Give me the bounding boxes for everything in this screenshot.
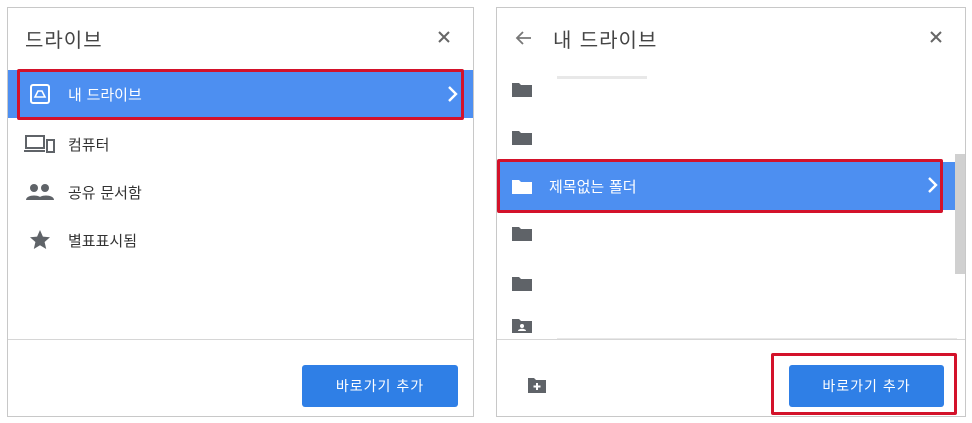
panel-header: 내 드라이브	[497, 8, 965, 68]
folder-row[interactable]	[497, 114, 965, 160]
footer-divider	[497, 339, 965, 340]
nav-item-label: 컴퓨터	[68, 135, 110, 154]
nav-item-label: 별표표시됨	[68, 231, 138, 250]
folder-row[interactable]	[497, 260, 965, 306]
close-icon[interactable]	[927, 28, 945, 46]
folder-row[interactable]	[497, 66, 965, 112]
drive-icon	[24, 82, 56, 106]
footer-divider	[8, 339, 473, 340]
nav-item-label: 내 드라이브	[68, 85, 142, 104]
nav-item-computers[interactable]: 컴퓨터	[8, 120, 473, 168]
new-folder-icon[interactable]	[527, 376, 547, 394]
panel-header: 드라이브	[8, 8, 473, 68]
folder-icon	[512, 227, 532, 241]
nav-item-shared[interactable]: 공유 문서함	[8, 168, 473, 216]
folder-row[interactable]	[497, 308, 965, 342]
chevron-right-icon	[928, 177, 938, 193]
add-shortcut-button[interactable]: 바로가기 추가	[302, 365, 458, 407]
close-icon[interactable]	[435, 28, 453, 46]
add-shortcut-button[interactable]: 바로가기 추가	[789, 365, 944, 407]
nav-item-my-drive[interactable]: 내 드라이브	[8, 70, 473, 118]
folder-label: 제목없는 폴더	[549, 177, 637, 196]
drive-picker-panel: 드라이브 내 드라이브 컴퓨터 공유 문서함 별표표시됨 바로가기 추가	[7, 7, 474, 417]
panel-title: 드라이브	[25, 27, 103, 52]
my-drive-folder-panel: 내 드라이브 제목없는 폴더 바로가기 추가	[496, 7, 966, 417]
nav-item-label: 공유 문서함	[68, 183, 142, 202]
back-arrow-icon[interactable]	[513, 27, 535, 49]
computer-icon	[24, 132, 56, 156]
shared-folder-icon	[512, 319, 532, 333]
scrollbar[interactable]	[955, 154, 965, 274]
people-icon	[24, 180, 56, 204]
folder-icon	[512, 180, 532, 194]
folder-icon	[512, 277, 532, 291]
panel-title: 내 드라이브	[553, 27, 658, 52]
folder-row[interactable]	[497, 210, 965, 256]
nav-item-starred[interactable]: 별표표시됨	[8, 216, 473, 264]
folder-icon	[512, 131, 532, 145]
star-icon	[24, 228, 56, 252]
folder-row-untitled[interactable]: 제목없는 폴더	[497, 162, 965, 210]
chevron-right-icon	[448, 86, 458, 102]
folder-icon	[512, 83, 532, 97]
